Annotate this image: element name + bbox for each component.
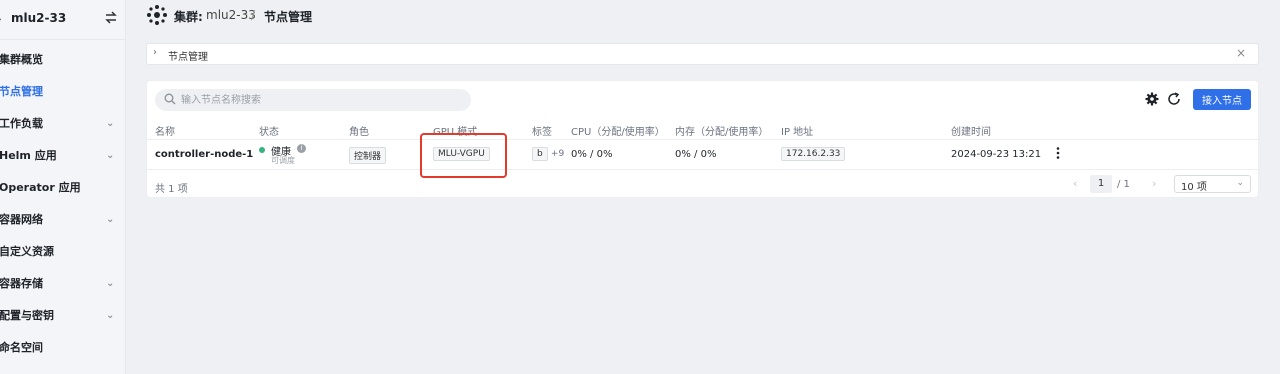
row-divider	[147, 169, 1258, 170]
breadcrumb-current: 节点管理	[264, 10, 313, 24]
column-header-cpu[interactable]: CPU（分配/使用率）	[571, 123, 665, 138]
status-subtext: 可调度	[271, 156, 295, 165]
node-list-card: 接入节点 名称 状态 角色 GPU 模式 标签 CPU（分配/使用率） 内存（分…	[146, 80, 1259, 198]
label-more[interactable]: +9	[551, 149, 564, 159]
node-name[interactable]: controller-node-1	[155, 149, 253, 160]
column-header-labels[interactable]: 标签	[532, 123, 552, 138]
sidebar-item-container-storage[interactable]: 容器存储 ⌄	[0, 267, 126, 299]
sidebar-item-label: 配置与密钥	[0, 309, 54, 322]
chevron-down-icon: ⌄	[1236, 178, 1244, 188]
sidebar-item-namespaces[interactable]: 命名空间	[0, 331, 126, 363]
highlight-box	[420, 133, 507, 178]
chevron-down-icon: ⌄	[106, 149, 115, 161]
ip-cell: 172.16.2.33	[781, 147, 846, 161]
sidebar-item-custom-resources[interactable]: 自定义资源	[0, 235, 126, 267]
refresh-icon[interactable]	[1167, 92, 1181, 106]
labels-cell[interactable]: b +9	[532, 147, 564, 161]
gear-icon[interactable]	[1145, 92, 1159, 106]
chevron-right-icon[interactable]: ›	[153, 47, 157, 58]
created-cell: 2024-09-23 13:21	[951, 149, 1042, 160]
page-size-value: 10 项	[1181, 182, 1207, 193]
total-count: 共 1 项	[155, 184, 188, 195]
label-tag: b	[532, 147, 548, 161]
column-header-role[interactable]: 角色	[349, 123, 369, 138]
sidebar-item-label: 自定义资源	[0, 245, 54, 258]
role-cell: 控制器	[349, 147, 387, 164]
cluster-name: mlu2-33	[11, 11, 67, 25]
chevron-down-icon: ⌄	[106, 117, 115, 129]
breadcrumb-cluster-label: 集群:	[174, 10, 203, 24]
sidebar-item-helm-apps[interactable]: Helm 应用 ⌄	[0, 139, 126, 171]
page-header: 集群: mlu2-33 / 节点管理	[126, 0, 1280, 34]
cpu-cell: 0% / 0%	[571, 149, 613, 160]
search-icon	[164, 93, 176, 105]
chevron-right-icon[interactable]: ›	[1152, 177, 1156, 190]
role-tag: 控制器	[349, 147, 387, 164]
sidebar-item-label: 容器网络	[0, 213, 43, 226]
page-total: / 1	[1117, 179, 1130, 190]
sidebar-item-workloads[interactable]: 工作负载 ⌄	[0, 107, 126, 139]
status-dot	[259, 147, 265, 153]
sidebar-item-label: 命名空间	[0, 341, 43, 354]
sidebar-item-config-secrets[interactable]: 配置与密钥 ⌄	[0, 299, 126, 331]
sidebar-item-label: 容器存储	[0, 277, 43, 290]
swap-icon[interactable]	[104, 9, 118, 27]
chevron-left-icon[interactable]: ‹	[1073, 177, 1077, 190]
column-header-status[interactable]: 状态	[259, 123, 279, 138]
close-icon[interactable]: ×	[1236, 46, 1246, 60]
page-size-select[interactable]: 10 项 ⌄	[1174, 175, 1251, 193]
header-divider	[147, 139, 1258, 140]
more-actions-icon[interactable]	[1055, 146, 1061, 160]
chevron-down-icon: ⌄	[106, 213, 115, 225]
cluster-switcher[interactable]: › mlu2-33	[0, 0, 126, 40]
info-icon[interactable]: i	[297, 144, 306, 153]
sidebar-item-label: Helm 应用	[0, 149, 57, 162]
sidebar: › mlu2-33 集群概览 节点管理 工作负载 ⌄ Helm 应用 ⌄ Ope…	[0, 0, 126, 374]
page-number-input[interactable]: 1	[1090, 175, 1112, 193]
sidebar-item-operator-apps[interactable]: Operator 应用	[0, 171, 126, 203]
breadcrumb-cluster-name[interactable]: mlu2-33	[206, 8, 256, 22]
cluster-logo-icon	[147, 5, 167, 25]
chevron-down-icon: ⌄	[106, 277, 115, 289]
breadcrumb-separator: /	[251, 8, 256, 22]
sidebar-item-label: 集群概览	[0, 53, 43, 66]
ip-tag: 172.16.2.33	[781, 147, 846, 161]
sidebar-item-container-network[interactable]: 容器网络 ⌄	[0, 203, 126, 235]
sidebar-item-cluster-overview[interactable]: 集群概览	[0, 43, 126, 75]
column-header-created[interactable]: 创建时间	[951, 123, 991, 138]
sidebar-item-label: 工作负载	[0, 117, 43, 130]
sidebar-item-label: Operator 应用	[0, 181, 81, 194]
column-header-name[interactable]: 名称	[155, 123, 175, 138]
add-node-button[interactable]: 接入节点	[1193, 89, 1251, 110]
column-header-memory[interactable]: 内存（分配/使用率）	[675, 123, 768, 138]
search-input[interactable]	[181, 92, 461, 108]
collapse-panel-title: 节点管理	[168, 52, 208, 63]
chevron-left-icon: ›	[0, 12, 2, 26]
sidebar-item-label: 节点管理	[0, 85, 43, 98]
memory-cell: 0% / 0%	[675, 149, 717, 160]
search-box[interactable]	[155, 89, 471, 111]
collapse-panel[interactable]: › 节点管理 ×	[146, 43, 1259, 65]
column-header-ip[interactable]: IP 地址	[781, 123, 813, 138]
sidebar-item-node-management[interactable]: 节点管理	[0, 75, 126, 107]
chevron-down-icon: ⌄	[106, 309, 115, 321]
